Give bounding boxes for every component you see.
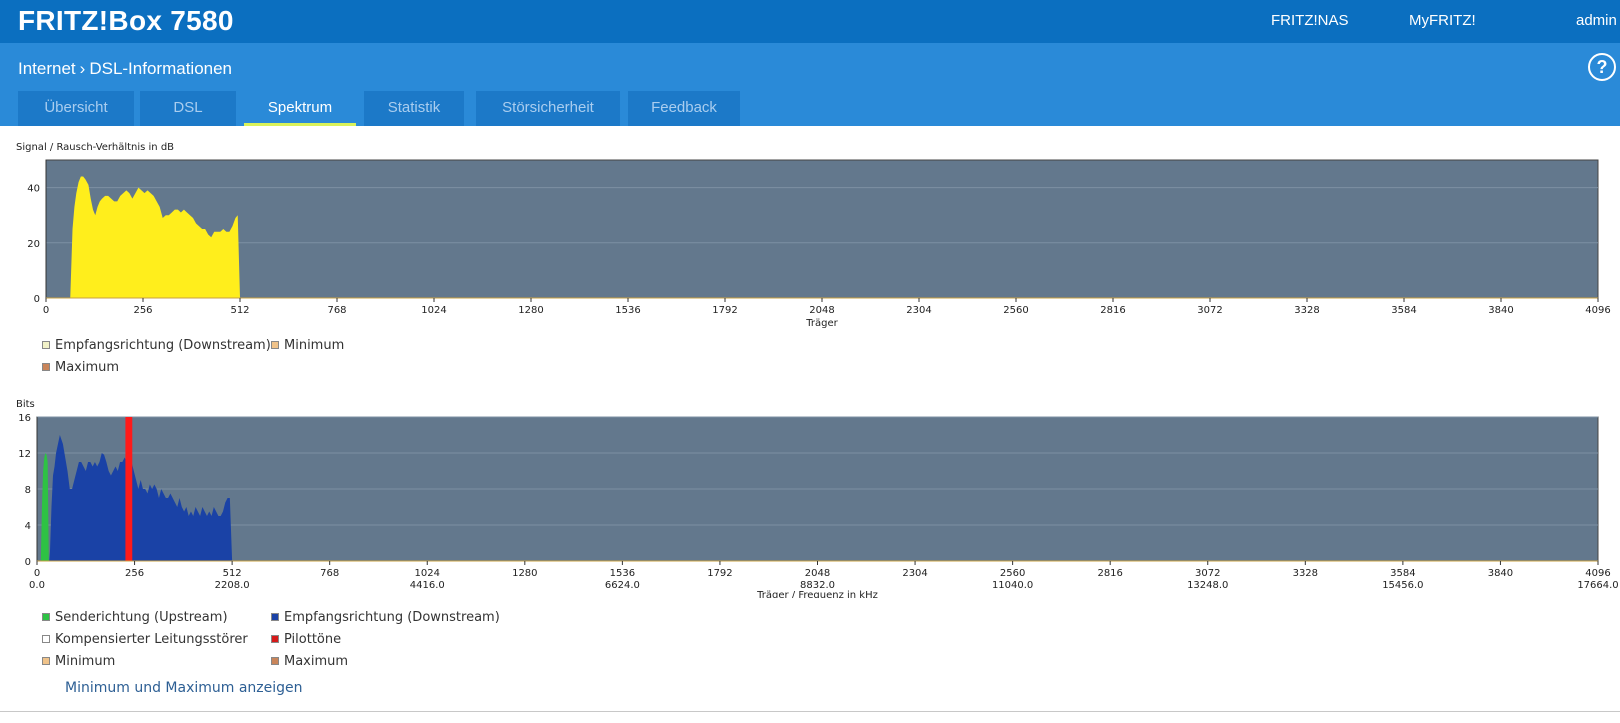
legend-swatch <box>271 340 279 349</box>
x-tick-label: 2816 <box>1097 568 1122 579</box>
snr-legend-minimum: Minimum <box>271 338 344 353</box>
y-tick-label: 8 <box>25 485 31 496</box>
frequency-label: 17664.0 <box>1577 580 1618 591</box>
x-tick-label: 0 <box>43 305 49 316</box>
breadcrumb: Internet › DSL-Informationen <box>18 59 232 79</box>
help-icon[interactable]: ? <box>1588 53 1616 81</box>
x-tick-label: 1536 <box>610 568 635 579</box>
legend-swatch <box>271 634 279 643</box>
frequency-label: 15456.0 <box>1382 580 1423 591</box>
y-axis-title: Bits <box>16 399 35 410</box>
admin-link[interactable]: admin <box>1576 12 1617 29</box>
frequency-label: 2208.0 <box>215 580 250 591</box>
sub-bar: Internet › DSL-Informationen ? Übersicht D… <box>0 43 1620 126</box>
x-tick-label: 1280 <box>512 568 537 579</box>
tab-dsl[interactable]: DSL <box>140 91 236 126</box>
tab-stoersicherheit[interactable]: Störsicherheit <box>476 91 620 126</box>
x-tick-label: 2304 <box>902 568 927 579</box>
bits-legend-compensated: Kompensierter Leitungsstörer <box>42 632 248 647</box>
x-tick-label: 3840 <box>1488 305 1513 316</box>
x-tick-label: 3840 <box>1488 568 1513 579</box>
x-tick-label: 3584 <box>1391 305 1416 316</box>
x-axis-title: Träger <box>805 318 838 329</box>
snr-legend-downstream: Empfangsrichtung (Downstream) <box>42 338 271 353</box>
x-tick-label: 768 <box>327 305 346 316</box>
tab-spektrum[interactable]: Spektrum <box>244 91 356 126</box>
y-tick-label: 0 <box>34 294 40 305</box>
legend-swatch <box>42 634 50 643</box>
frequency-label: 4416.0 <box>410 580 445 591</box>
x-tick-label: 3328 <box>1293 568 1318 579</box>
myfritz-link[interactable]: MyFRITZ! <box>1409 12 1476 29</box>
x-tick-label: 512 <box>230 305 249 316</box>
legend-swatch <box>271 612 279 621</box>
brand-title: FRITZ!Box 7580 <box>18 5 234 36</box>
tab-uebersicht[interactable]: Übersicht <box>18 91 134 126</box>
y-tick-label: 20 <box>27 239 40 250</box>
x-tick-label: 1536 <box>615 305 640 316</box>
bits-legend-upstream: Senderichtung (Upstream) <box>42 610 228 625</box>
tab-feedback[interactable]: Feedback <box>628 91 740 126</box>
x-tick-label: 2560 <box>1000 568 1025 579</box>
bits-chart: Bits 0 4 8 12 16 0 256 512 768 1024 1280 1536 1792 204… <box>16 399 1619 598</box>
legend-swatch <box>42 340 50 349</box>
plot-area <box>45 159 1599 299</box>
x-tick-label: 2048 <box>805 568 830 579</box>
bits-legend-maximum: Maximum <box>271 654 348 669</box>
x-tick-label: 256 <box>133 305 152 316</box>
x-tick-label: 4096 <box>1585 305 1610 316</box>
x-tick-label: 1024 <box>421 305 446 316</box>
snr-chart: Signal / Rausch-Verhältnis in dB 0 20 40 0 25… <box>16 142 1611 329</box>
bits-legend-minimum: Minimum <box>42 654 115 669</box>
x-axis-title: Träger / Frequenz in kHz <box>756 590 878 598</box>
x-tick-label: 3072 <box>1195 568 1220 579</box>
frequency-label: 6624.0 <box>605 580 640 591</box>
legend-swatch <box>42 656 50 665</box>
bits-legend-pilot: Pilottöne <box>271 632 341 647</box>
y-tick-label: 0 <box>25 557 31 568</box>
x-tick-label: 2304 <box>906 305 931 316</box>
bits-legend-downstream: Empfangsrichtung (Downstream) <box>271 610 500 625</box>
frequency-label: 0.0 <box>29 580 45 591</box>
y-axis-title: Signal / Rausch-Verhältnis in dB <box>16 142 174 153</box>
series-bar-3 <box>125 417 133 561</box>
breadcrumb-chevron-icon: › <box>79 59 86 78</box>
x-tick-label: 1792 <box>712 305 737 316</box>
y-tick-label: 16 <box>18 413 31 424</box>
x-tick-label: 2560 <box>1003 305 1028 316</box>
breadcrumb-parent[interactable]: Internet <box>18 59 76 78</box>
frequency-label: 11040.0 <box>992 580 1033 591</box>
legend-swatch <box>271 656 279 665</box>
x-tick-label: 4096 <box>1585 568 1610 579</box>
top-bar: FRITZ!Box 7580 FRITZ!NAS MyFRITZ! admin <box>0 0 1620 43</box>
breadcrumb-current: DSL-Informationen <box>89 59 233 78</box>
y-tick-label: 12 <box>18 449 31 460</box>
x-tick-label: 0 <box>34 568 40 579</box>
footer-divider <box>0 711 1620 712</box>
snr-legend-maximum: Maximum <box>42 360 119 375</box>
x-tick-label: 512 <box>223 568 242 579</box>
x-tick-label: 3584 <box>1390 568 1415 579</box>
fritznas-link[interactable]: FRITZ!NAS <box>1271 12 1349 29</box>
x-tick-label: 2816 <box>1100 305 1125 316</box>
tab-statistik[interactable]: Statistik <box>364 91 464 126</box>
y-tick-label: 4 <box>25 521 31 532</box>
frequency-label: 13248.0 <box>1187 580 1228 591</box>
y-tick-label: 40 <box>27 184 40 195</box>
x-tick-label: 1792 <box>707 568 732 579</box>
legend-swatch <box>42 612 50 621</box>
show-minmax-link[interactable]: Minimum und Maximum anzeigen <box>65 680 303 696</box>
x-tick-label: 1280 <box>518 305 543 316</box>
x-tick-label: 3328 <box>1294 305 1319 316</box>
x-tick-label: 2048 <box>809 305 834 316</box>
x-tick-label: 3072 <box>1197 305 1222 316</box>
x-tick-label: 1024 <box>415 568 440 579</box>
x-tick-label: 256 <box>125 568 144 579</box>
x-tick-label: 768 <box>320 568 339 579</box>
legend-swatch <box>42 362 50 371</box>
